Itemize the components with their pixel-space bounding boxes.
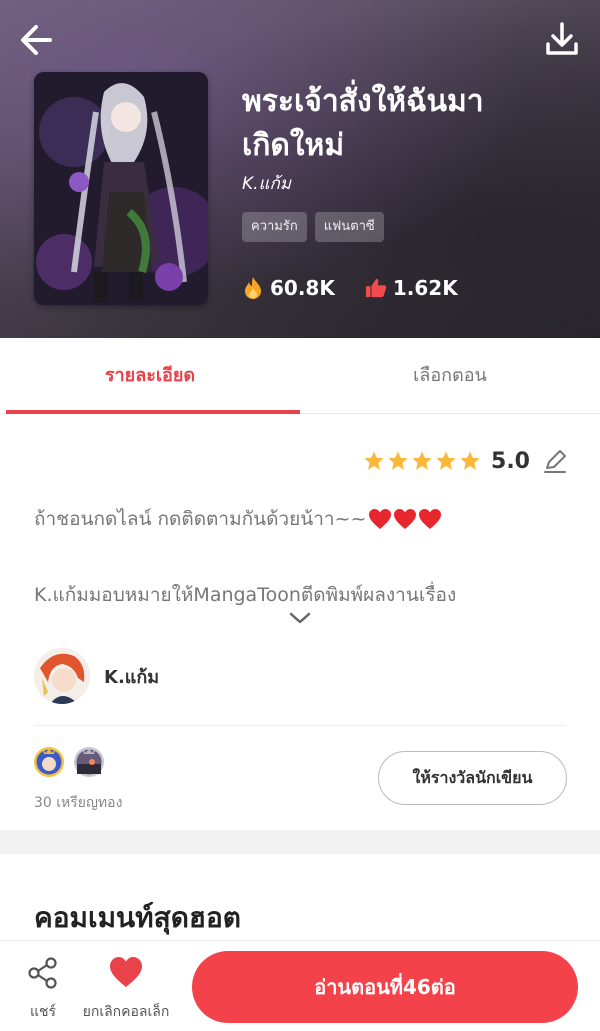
heart-filled-icon (110, 957, 142, 987)
genre-tags: ความรัก แฟนตาซี (242, 212, 384, 242)
author-avatar-image (34, 648, 90, 704)
tab-details[interactable]: รายละเอียด (0, 338, 300, 414)
remove-collection-button[interactable]: ยกเลิกคอลเล็ก (76, 955, 176, 1023)
star-icon (436, 451, 456, 470)
likes-stat: 1.62K (365, 276, 458, 300)
author-name: K.แก้ม (104, 666, 160, 688)
description-line2: K.แก้มมอบหมายให้MangaToonตีดพิมพ์ผลงานเร… (34, 584, 457, 606)
rating-row: 5.0 (363, 448, 568, 474)
likes-count: 1.62K (392, 276, 458, 300)
star-icon (364, 451, 384, 470)
download-icon (546, 22, 578, 55)
supporter-avatars[interactable] (32, 744, 106, 778)
book-cover-image[interactable] (34, 72, 208, 305)
chevron-down-icon[interactable] (288, 610, 312, 626)
remove-collection-label: ยกเลิกคอลเล็ก (82, 1004, 170, 1020)
section-separator (0, 830, 600, 854)
supporter-avatar (72, 744, 106, 778)
views-stat: 60.8K (242, 276, 335, 300)
heart-icon (419, 509, 442, 529)
cover-illustration (34, 72, 208, 305)
book-title-line2: เกิดใหม่ (242, 128, 345, 163)
star-icon (412, 451, 432, 470)
star-icon (460, 451, 480, 470)
share-icon (28, 957, 57, 989)
arrow-left-icon (21, 25, 52, 55)
download-button[interactable] (540, 18, 584, 62)
book-author[interactable]: K.แก้ม (242, 170, 291, 197)
heart-icon (394, 509, 417, 529)
share-label: แชร์ (29, 1004, 57, 1020)
book-stats: 60.8K 1.62K (242, 276, 458, 300)
author-avatar (34, 648, 90, 704)
divider (34, 725, 566, 726)
share-button[interactable]: แชร์ (22, 955, 64, 1023)
heart-icon (369, 509, 392, 529)
book-header: พระเจ้าสั่งให้ฉันมา เกิดใหม่ K.แก้ม ความ… (0, 0, 600, 338)
bottom-action-bar: แชร์ ยกเลิกคอลเล็ก อ่านตอนที่46ต่อ (0, 940, 600, 1031)
gold-coins-count: 30 เหรียญทอง (34, 795, 123, 811)
thumbs-up-icon (365, 278, 387, 298)
description-line1: ถ้าชอนกดไลน์ กดติดตามกันด้วยน้าา~~ (34, 508, 367, 530)
hearts-emoji (368, 508, 442, 530)
book-title-line1: พระเจ้าสั่งให้ฉันมา (242, 84, 484, 119)
description-text: ถ้าชอนกดไลน์ กดติดตามกันด้วยน้าา~~ (34, 504, 442, 534)
hot-comments-title: คอมเมนท์สุดฮอต (34, 901, 241, 934)
detail-tabs: รายละเอียด เลือกตอน (0, 338, 600, 414)
back-button[interactable] (16, 18, 60, 62)
tab-episodes[interactable]: เลือกตอน (300, 338, 600, 413)
genre-tag[interactable]: แฟนตาซี (314, 212, 384, 242)
views-count: 60.8K (270, 276, 335, 300)
star-icon (388, 451, 408, 470)
book-title: พระเจ้าสั่งให้ฉันมา เกิดใหม่ (242, 80, 562, 168)
continue-reading-button[interactable]: อ่านตอนที่46ต่อ (192, 951, 578, 1023)
supporter-avatar (32, 744, 66, 778)
reward-author-button[interactable]: ให้รางวัลนักเขียน (378, 751, 567, 805)
genre-tag[interactable]: ความรัก (242, 212, 307, 242)
fire-icon (245, 277, 261, 299)
rating-value: 5.0 (491, 448, 530, 474)
edit-rating-icon[interactable] (542, 448, 568, 474)
author-profile-row[interactable]: K.แก้ม (34, 648, 159, 704)
